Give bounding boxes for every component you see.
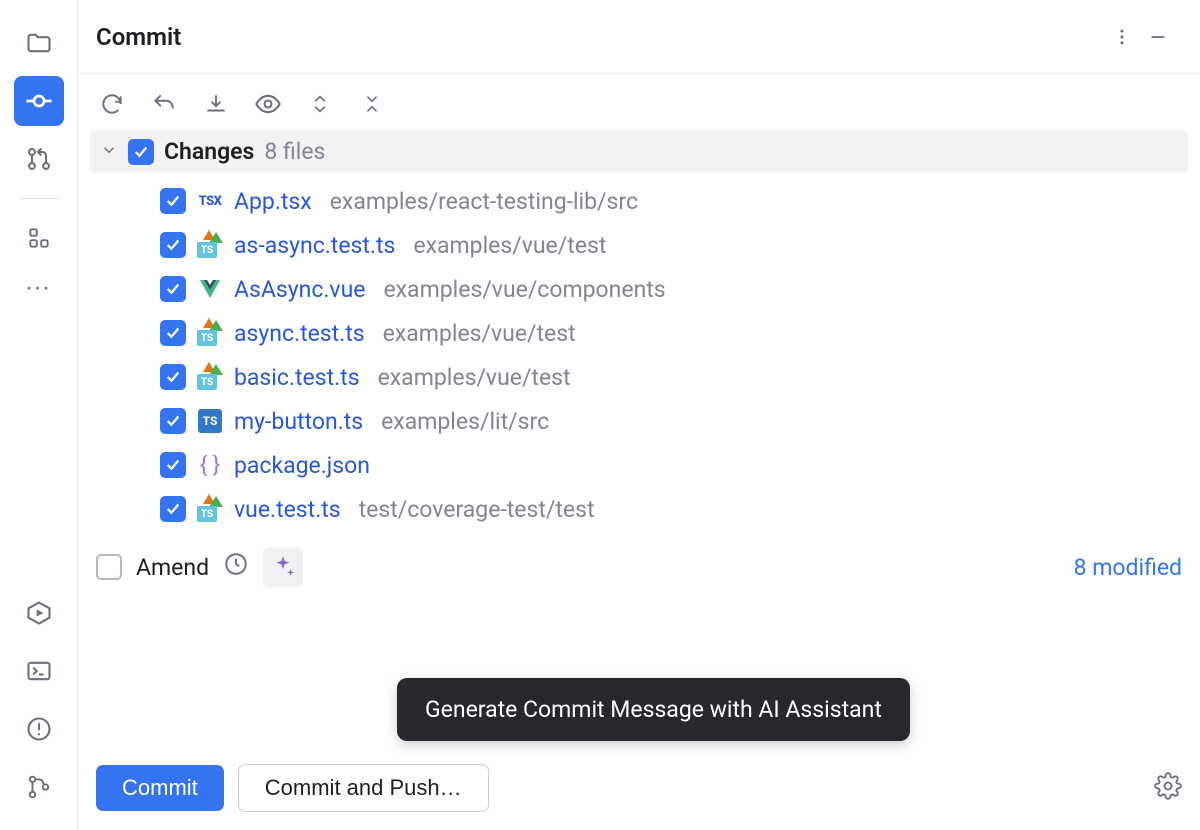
vcs-tool-icon[interactable]: [14, 762, 64, 812]
file-type-icon: TS: [196, 319, 224, 347]
panel-title: Commit: [96, 23, 181, 51]
changes-group-header[interactable]: Changes 8 files: [90, 130, 1188, 173]
file-row[interactable]: TS as-async.test.ts examples/vue/test: [160, 223, 1188, 267]
file-type-icon: TS: [196, 495, 224, 523]
options-icon[interactable]: [1104, 19, 1140, 55]
refresh-icon[interactable]: [96, 88, 128, 120]
amend-checkbox[interactable]: [96, 554, 122, 580]
file-name: as-async.test.ts: [234, 232, 395, 259]
file-name: async.test.ts: [234, 320, 365, 347]
pull-requests-icon[interactable]: [14, 134, 64, 184]
file-checkbox[interactable]: [160, 320, 186, 346]
left-tool-stripe: ···: [0, 0, 78, 830]
file-row[interactable]: AsAsync.vue examples/vue/components: [160, 267, 1188, 311]
commit-button[interactable]: Commit: [96, 765, 224, 811]
history-icon[interactable]: [223, 551, 249, 583]
file-checkbox[interactable]: [160, 496, 186, 522]
changes-label: Changes: [164, 138, 254, 165]
file-path: examples/vue/test: [413, 232, 606, 259]
file-path: examples/vue/components: [383, 276, 665, 303]
settings-gear-icon[interactable]: [1154, 772, 1182, 804]
amend-label: Amend: [136, 554, 209, 581]
file-checkbox[interactable]: [160, 364, 186, 390]
file-checkbox[interactable]: [160, 232, 186, 258]
file-path: examples/lit/src: [381, 408, 549, 435]
file-name: AsAsync.vue: [234, 276, 365, 303]
services-tool-icon[interactable]: [14, 588, 64, 638]
more-tools-icon[interactable]: ···: [26, 275, 52, 304]
ai-tooltip: Generate Commit Message with AI Assistan…: [397, 678, 910, 741]
modified-count[interactable]: 8 modified: [1074, 554, 1182, 581]
commit-panel: Commit: [78, 0, 1200, 830]
file-checkbox[interactable]: [160, 408, 186, 434]
file-name: package.json: [234, 452, 370, 479]
file-name: basic.test.ts: [234, 364, 360, 391]
file-type-icon: { }: [196, 451, 224, 479]
file-row[interactable]: TS my-button.ts examples/lit/src: [160, 399, 1188, 443]
file-path: examples/vue/test: [378, 364, 571, 391]
project-tool-icon[interactable]: [14, 18, 64, 68]
file-list: TSX App.tsx examples/react-testing-lib/src…: [90, 173, 1188, 531]
commit-and-push-button[interactable]: Commit and Push…: [238, 764, 489, 812]
file-row[interactable]: { } package.json: [160, 443, 1188, 487]
changes-count: 8 files: [264, 138, 325, 165]
file-name: my-button.ts: [234, 408, 363, 435]
file-checkbox[interactable]: [160, 276, 186, 302]
commit-tool-icon[interactable]: [14, 76, 64, 126]
structure-tool-icon[interactable]: [14, 213, 64, 263]
file-checkbox[interactable]: [160, 188, 186, 214]
file-path: test/coverage-test/test: [359, 496, 595, 523]
file-row[interactable]: TS vue.test.ts test/coverage-test/test: [160, 487, 1188, 531]
problems-tool-icon[interactable]: [14, 704, 64, 754]
diff-preview-icon[interactable]: [252, 88, 284, 120]
file-type-icon: TS: [196, 231, 224, 259]
file-type-icon: TSX: [196, 187, 224, 215]
commit-toolbar: [78, 74, 1200, 130]
file-checkbox[interactable]: [160, 452, 186, 478]
panel-header: Commit: [78, 0, 1200, 74]
changes-checkbox[interactable]: [128, 139, 154, 165]
file-type-icon: TS: [196, 407, 224, 435]
file-type-icon: TS: [196, 363, 224, 391]
expand-all-icon[interactable]: [304, 88, 336, 120]
file-name: App.tsx: [234, 188, 312, 215]
file-path: examples/vue/test: [383, 320, 576, 347]
terminal-tool-icon[interactable]: [14, 646, 64, 696]
file-type-icon: [196, 275, 224, 303]
shelve-icon[interactable]: [200, 88, 232, 120]
file-name: vue.test.ts: [234, 496, 341, 523]
file-path: examples/react-testing-lib/src: [330, 188, 638, 215]
collapse-all-icon[interactable]: [356, 88, 388, 120]
ai-generate-button[interactable]: [263, 547, 303, 587]
amend-row: Amend 8 modified: [78, 531, 1200, 597]
commit-footer: Commit Commit and Push…: [78, 746, 1200, 830]
file-row[interactable]: TS basic.test.ts examples/vue/test: [160, 355, 1188, 399]
minimize-icon[interactable]: [1140, 19, 1176, 55]
divider: [19, 198, 59, 199]
rollback-icon[interactable]: [148, 88, 180, 120]
file-row[interactable]: TS async.test.ts examples/vue/test: [160, 311, 1188, 355]
file-row[interactable]: TSX App.tsx examples/react-testing-lib/src: [160, 179, 1188, 223]
chevron-down-icon[interactable]: [100, 138, 118, 165]
